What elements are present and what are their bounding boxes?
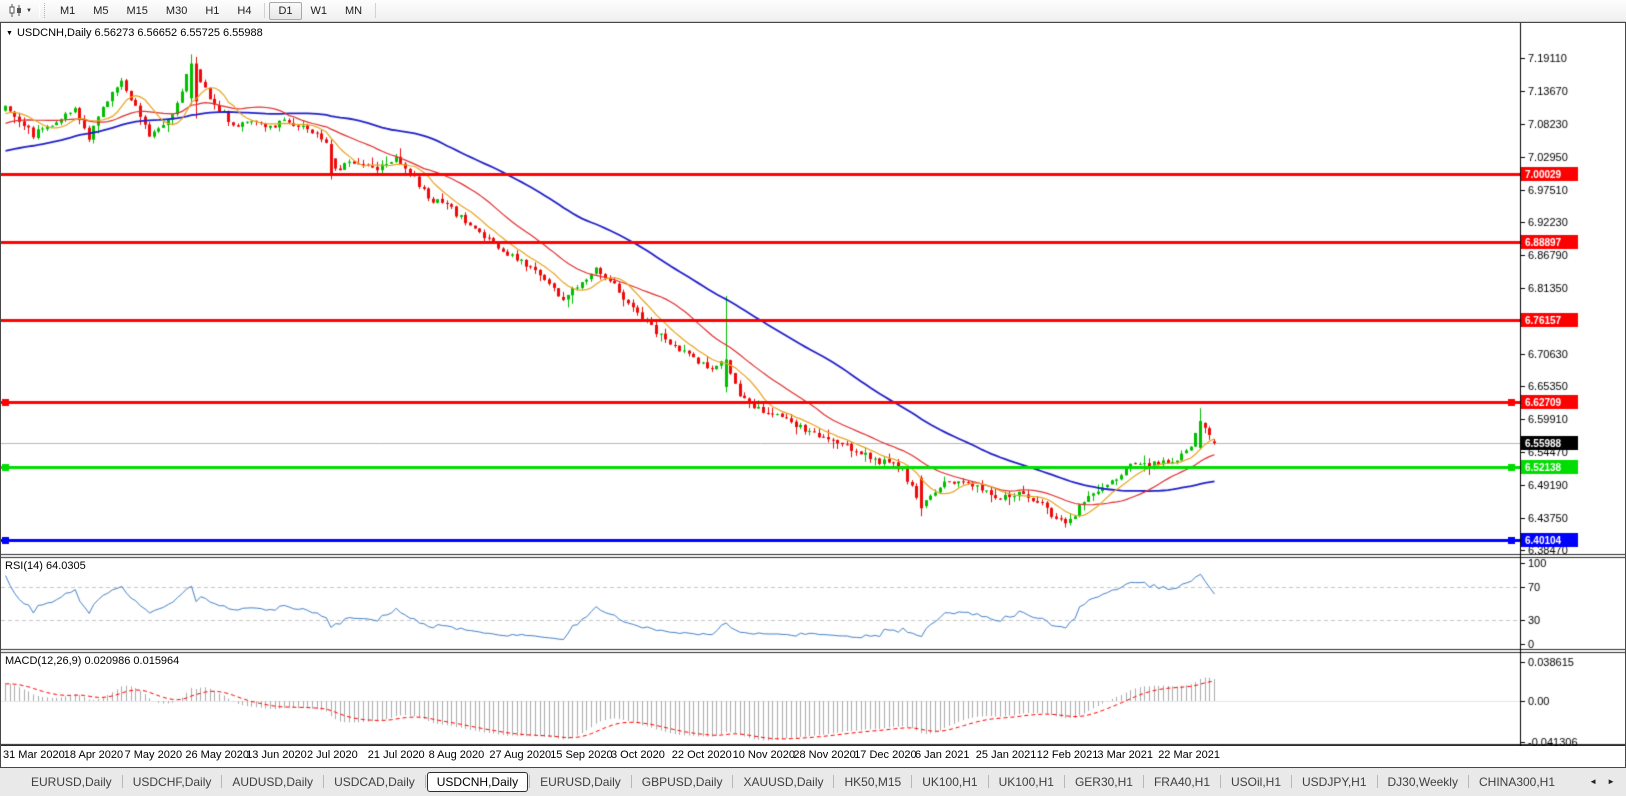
- time-axis-label: 3 Mar 2021: [1097, 749, 1153, 761]
- macd-indicator-label: MACD(12,26,9) 0.020986 0.015964: [5, 655, 179, 667]
- time-axis-label: 8 Aug 2020: [429, 749, 485, 761]
- time-axis-label: 15 Sep 2020: [550, 749, 612, 761]
- time-axis-label: 21 Jul 2020: [368, 749, 425, 761]
- chart-tab-usoil-h1[interactable]: USOil,H1: [1222, 773, 1290, 791]
- time-axis-label: 10 Nov 2020: [733, 749, 795, 761]
- time-axis-label: 17 Dec 2020: [854, 749, 916, 761]
- tab-separator: [1468, 775, 1469, 788]
- chart-tab-fra40-h1[interactable]: FRA40,H1: [1145, 773, 1219, 791]
- time-axis-label: 28 Nov 2020: [793, 749, 855, 761]
- tab-separator: [732, 775, 733, 788]
- chart-tab-xauusd-daily[interactable]: XAUUSD,Daily: [734, 773, 832, 791]
- timeframe-toolbar: ▼ M1M5M15M30H1H4 D1W1MN: [0, 0, 1626, 22]
- timeframe-button-m5[interactable]: M5: [84, 2, 117, 20]
- chart-tabs-bar: EURUSD,DailyUSDCHF,DailyAUDUSD,DailyUSDC…: [0, 768, 1626, 796]
- chart-tab-china300-h1[interactable]: CHINA300,H1: [1470, 773, 1564, 791]
- chart-title-text: USDCNH,Daily 6.56273 6.56652 6.55725 6.5…: [17, 27, 263, 39]
- tab-separator: [631, 775, 632, 788]
- time-axis-label: 25 Jan 2021: [976, 749, 1037, 761]
- chart-tab-gbpusd-daily[interactable]: GBPUSD,Daily: [633, 773, 732, 791]
- tab-separator: [425, 775, 426, 788]
- time-axis-label: 22 Mar 2021: [1158, 749, 1220, 761]
- timeframe-button-d1[interactable]: D1: [269, 2, 301, 20]
- toolbar-grip: [39, 3, 45, 18]
- timeframe-button-m1[interactable]: M1: [51, 2, 84, 20]
- time-axis-label: 22 Oct 2020: [672, 749, 732, 761]
- rsi-indicator-label: RSI(14) 64.0305: [5, 560, 86, 572]
- tab-separator: [323, 775, 324, 788]
- timeframe-button-w1[interactable]: W1: [302, 2, 337, 20]
- tab-separator: [1143, 775, 1144, 788]
- chart-tab-hk50-m15[interactable]: HK50,M15: [835, 773, 910, 791]
- time-axis[interactable]: 31 Mar 202018 Apr 20207 May 202026 May 2…: [1, 746, 1625, 767]
- time-axis-label: 2 Jul 2020: [307, 749, 358, 761]
- chart-tab-eurusd-daily[interactable]: EURUSD,Daily: [22, 773, 121, 791]
- time-axis-label: 7 May 2020: [125, 749, 182, 761]
- chart-tab-uk100-h1[interactable]: UK100,H1: [913, 773, 986, 791]
- collapse-chart-icon[interactable]: ▼: [6, 30, 13, 37]
- chart-tab-ger30-h1[interactable]: GER30,H1: [1066, 773, 1142, 791]
- tab-separator: [122, 775, 123, 788]
- tab-separator: [1377, 775, 1378, 788]
- time-axis-label: 27 Aug 2020: [489, 749, 551, 761]
- candlestick-cursor-icon: [9, 4, 23, 17]
- timeframe-button-m15[interactable]: M15: [118, 2, 157, 20]
- time-axis-label: 18 Apr 2020: [64, 749, 123, 761]
- chart-tab-usdcnh-daily[interactable]: USDCNH,Daily: [427, 772, 528, 792]
- chart-title: ▼ USDCNH,Daily 6.56273 6.56652 6.55725 6…: [6, 27, 263, 39]
- chart-window: ▼ USDCNH,Daily 6.56273 6.56652 6.55725 6…: [0, 22, 1626, 768]
- toolbar-separator: [375, 3, 376, 18]
- chart-tab-dj30-weekly[interactable]: DJ30,Weekly: [1379, 773, 1467, 791]
- tab-separator: [911, 775, 912, 788]
- tab-separator: [1220, 775, 1221, 788]
- toolbar-separator: [264, 3, 265, 18]
- dropdown-caret-icon: ▼: [26, 8, 32, 14]
- timeframe-buttons: M1M5M15M30H1H4 D1W1MN: [51, 2, 380, 20]
- chart-tab-usdchf-daily[interactable]: USDCHF,Daily: [124, 773, 221, 791]
- time-axis-label: 31 Mar 2020: [3, 749, 65, 761]
- chart-tab-uk100-h1[interactable]: UK100,H1: [990, 773, 1063, 791]
- time-axis-label: 12 Feb 2021: [1037, 749, 1099, 761]
- tab-separator: [988, 775, 989, 788]
- timeframe-button-h1[interactable]: H1: [196, 2, 228, 20]
- chart-tab-eurusd-daily[interactable]: EURUSD,Daily: [531, 773, 630, 791]
- tab-separator: [1064, 775, 1065, 788]
- timeframe-button-m30[interactable]: M30: [157, 2, 196, 20]
- chart-tab-audusd-daily[interactable]: AUDUSD,Daily: [223, 773, 322, 791]
- timeframe-button-mn[interactable]: MN: [336, 2, 371, 20]
- price-chart-canvas[interactable]: [1, 23, 1625, 746]
- chart-cursor-tool-button[interactable]: ▼: [4, 3, 37, 18]
- tab-separator: [529, 775, 530, 788]
- timeframe-button-h4[interactable]: H4: [228, 2, 260, 20]
- chart-tab-usdjpy-h1[interactable]: USDJPY,H1: [1293, 773, 1375, 791]
- chart-tab-usdcad-daily[interactable]: USDCAD,Daily: [325, 773, 424, 791]
- tab-separator: [1291, 775, 1292, 788]
- time-axis-label: 26 May 2020: [185, 749, 249, 761]
- tab-separator: [221, 775, 222, 788]
- tab-scroll-right-button[interactable]: ►: [1603, 775, 1619, 788]
- tab-scroll-left-button[interactable]: ◄: [1585, 775, 1601, 788]
- time-axis-label: 6 Jan 2021: [915, 749, 969, 761]
- tab-scroll-buttons: ◄ ►: [1585, 775, 1622, 788]
- tab-separator: [833, 775, 834, 788]
- time-axis-label: 3 Oct 2020: [611, 749, 665, 761]
- time-axis-label: 13 Jun 2020: [246, 749, 307, 761]
